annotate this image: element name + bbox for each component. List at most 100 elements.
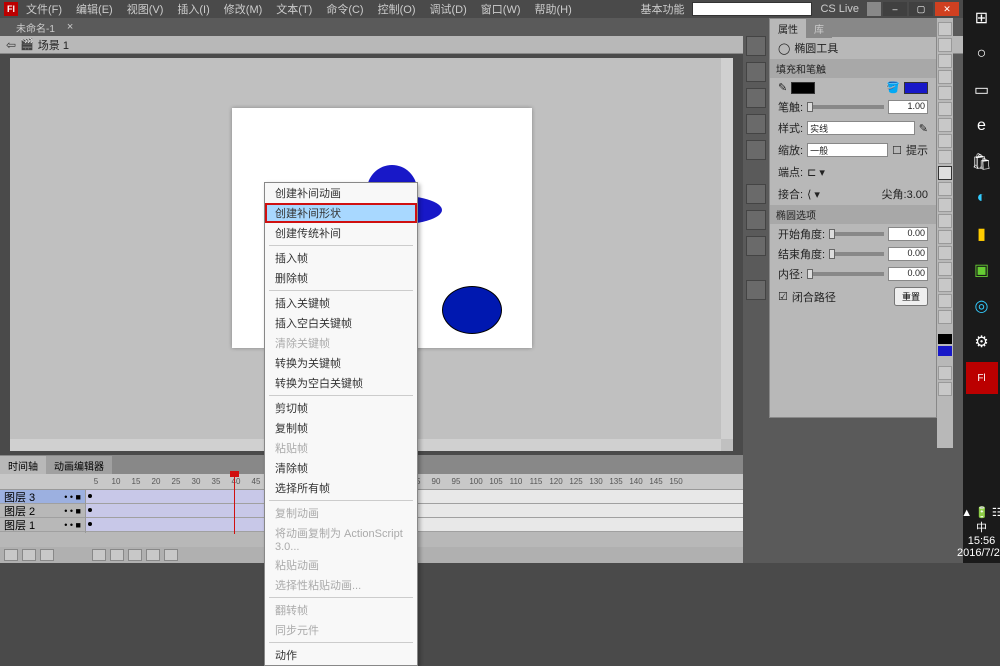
frame-number[interactable]: 5	[86, 477, 106, 486]
cortana-icon[interactable]: ○	[966, 38, 998, 70]
eraser-tool-icon[interactable]	[938, 278, 952, 292]
section-fill-stroke[interactable]: 填充和笔触	[770, 59, 936, 78]
frame-number[interactable]: 95	[446, 477, 466, 486]
edge-icon[interactable]: e	[966, 110, 998, 142]
menu-modify[interactable]: 修改(M)	[218, 0, 269, 19]
zoom-tool-icon[interactable]	[938, 310, 952, 324]
playhead[interactable]	[234, 474, 235, 534]
back-arrow-icon[interactable]: ⇦	[6, 38, 16, 52]
line-tool-icon[interactable]	[938, 134, 952, 148]
hand-tool-icon[interactable]	[938, 294, 952, 308]
end-angle-slider[interactable]	[829, 252, 884, 256]
next-frame-button[interactable]	[146, 549, 160, 561]
start-angle-value[interactable]: 0.00	[888, 227, 928, 241]
hint-checkbox[interactable]: 提示	[906, 142, 928, 158]
frame-number[interactable]: 15	[126, 477, 146, 486]
frame-number[interactable]: 10	[106, 477, 126, 486]
windows-start-icon[interactable]: ⊞	[966, 2, 998, 34]
dock-info-icon[interactable]	[746, 114, 766, 134]
close-button[interactable]: ✕	[935, 2, 959, 16]
menu-insert[interactable]: 插入(I)	[171, 0, 215, 19]
dash-icon[interactable]	[867, 2, 881, 16]
settings-icon[interactable]: ⚙	[966, 326, 998, 358]
ime-indicator[interactable]: 中	[957, 519, 1000, 535]
cm-insert-blank-keyframe[interactable]: 插入空白关键帧	[265, 313, 417, 333]
stroke-swatch-mini[interactable]	[938, 334, 952, 344]
cm-insert-keyframe[interactable]: 插入关键帧	[265, 293, 417, 313]
maximize-button[interactable]: ▢	[909, 2, 933, 16]
bone-tool-icon[interactable]	[938, 230, 952, 244]
frame-number[interactable]: 115	[526, 477, 546, 486]
cslive-button[interactable]: CS Live	[814, 1, 865, 17]
delete-layer-button[interactable]	[40, 549, 54, 561]
menu-window[interactable]: 窗口(W)	[475, 0, 527, 19]
menu-commands[interactable]: 命令(C)	[320, 0, 369, 19]
prev-frame-button[interactable]	[110, 549, 124, 561]
explorer-icon[interactable]: ▮	[966, 218, 998, 250]
section-oval-options[interactable]: 椭圆选项	[770, 205, 936, 224]
cm-create-motion-tween[interactable]: 创建补间动画	[265, 183, 417, 203]
edit-style-icon[interactable]: ✎	[919, 122, 928, 135]
pen-tool-icon[interactable]	[938, 102, 952, 116]
3d-rotation-tool-icon[interactable]	[938, 70, 952, 84]
workspace-preset[interactable]: 基本功能	[634, 0, 690, 19]
paint-bucket-tool-icon[interactable]	[938, 246, 952, 260]
scale-select[interactable]: 一般	[807, 143, 888, 157]
style-select[interactable]: 实线	[807, 121, 915, 135]
start-angle-slider[interactable]	[829, 232, 884, 236]
join-select[interactable]: ⟨ ▾	[807, 188, 820, 201]
document-tab[interactable]: 未命名-1	[8, 18, 63, 37]
frame-number[interactable]: 125	[566, 477, 586, 486]
frame-number[interactable]: 140	[626, 477, 646, 486]
dock-transform-icon[interactable]	[746, 140, 766, 160]
frame-number[interactable]: 25	[166, 477, 186, 486]
cm-create-classic-tween[interactable]: 创建传统补间	[265, 223, 417, 243]
shape-oval[interactable]	[442, 286, 502, 334]
dock-color-icon[interactable]	[746, 36, 766, 56]
inner-radius-slider[interactable]	[807, 272, 884, 276]
cm-convert-keyframe[interactable]: 转换为关键帧	[265, 353, 417, 373]
reset-button[interactable]: 重置	[894, 287, 928, 306]
layer-name[interactable]: 图层 1	[4, 517, 35, 533]
close-path-checkbox[interactable]: 闭合路径	[792, 289, 836, 305]
frame-number[interactable]: 40	[226, 477, 246, 486]
tab-motion-editor[interactable]: 动画编辑器	[46, 456, 112, 475]
search-input[interactable]	[692, 2, 812, 16]
oval-tool-icon[interactable]	[938, 166, 952, 180]
fill-swatch-mini[interactable]	[938, 346, 952, 356]
stage-scrollbar-v[interactable]	[721, 58, 733, 439]
tab-library[interactable]: 库	[806, 19, 832, 38]
menu-help[interactable]: 帮助(H)	[529, 0, 578, 19]
first-frame-button[interactable]	[92, 549, 106, 561]
media-icon[interactable]: ◎	[966, 290, 998, 322]
cm-insert-frame[interactable]: 插入帧	[265, 248, 417, 268]
cm-copy-frames[interactable]: 复制帧	[265, 418, 417, 438]
frame-number[interactable]: 105	[486, 477, 506, 486]
selection-tool-icon[interactable]	[938, 22, 952, 36]
new-folder-button[interactable]	[22, 549, 36, 561]
taskview-icon[interactable]: ▭	[966, 74, 998, 106]
text-tool-icon[interactable]	[938, 118, 952, 132]
tab-timeline[interactable]: 时间轴	[0, 456, 46, 475]
object-drawing-icon[interactable]	[938, 382, 952, 396]
dock-align-icon[interactable]	[746, 88, 766, 108]
system-clock[interactable]: ▲ 🔋 ☷ 中 15:56 2016/7/21	[957, 502, 1000, 563]
frame-number[interactable]: 120	[546, 477, 566, 486]
stroke-slider[interactable]	[807, 105, 884, 109]
dock-swatches-icon[interactable]	[746, 62, 766, 82]
pencil-tool-icon[interactable]	[938, 182, 952, 196]
cm-remove-frame[interactable]: 删除帧	[265, 268, 417, 288]
app-icon[interactable]: ▣	[966, 254, 998, 286]
frame-number[interactable]: 30	[186, 477, 206, 486]
stroke-color-swatch[interactable]	[791, 82, 815, 94]
new-layer-button[interactable]	[4, 549, 18, 561]
dock-code-icon[interactable]	[746, 184, 766, 204]
frame-number[interactable]: 20	[146, 477, 166, 486]
play-button[interactable]	[128, 549, 142, 561]
frame-number[interactable]: 90	[426, 477, 446, 486]
cm-cut-frames[interactable]: 剪切帧	[265, 398, 417, 418]
frame-number[interactable]: 45	[246, 477, 266, 486]
cap-select[interactable]: ⊏ ▾	[807, 166, 825, 179]
free-transform-tool-icon[interactable]	[938, 54, 952, 68]
frame-number[interactable]: 150	[666, 477, 686, 486]
